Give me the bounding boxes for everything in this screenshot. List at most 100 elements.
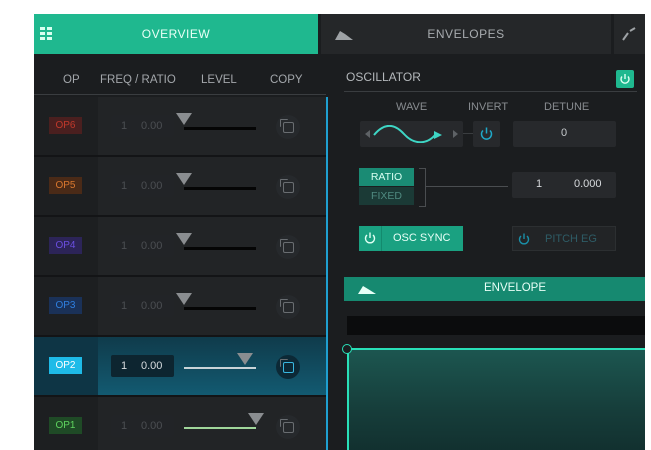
coarse-value: 1: [121, 300, 128, 312]
freq-ratio-field[interactable]: 1 0.00: [111, 295, 174, 317]
fine-value: 0.00: [141, 240, 163, 252]
envelope-graph[interactable]: [347, 348, 645, 450]
level-slider-track[interactable]: [184, 127, 256, 130]
operator-row[interactable]: OP2 1 0.00: [34, 337, 326, 395]
fixed-option[interactable]: FIXED: [359, 187, 414, 205]
operator-row[interactable]: OP5 1 0.00: [34, 157, 326, 215]
wave-selector[interactable]: [360, 121, 463, 147]
copy-button[interactable]: [276, 355, 300, 379]
level-slider-thumb[interactable]: [176, 173, 192, 185]
envelope-toolbar: [347, 316, 645, 335]
operator-name: OP3: [55, 300, 76, 311]
invert-label: INVERT: [468, 101, 509, 113]
copy-button[interactable]: [276, 175, 300, 199]
envelope-left-line: [347, 348, 349, 450]
ratio-label: RATIO: [370, 171, 403, 183]
operator-row[interactable]: OP3 1 0.00: [34, 277, 326, 335]
oscillator-title: OSCILLATOR: [346, 70, 421, 84]
freq-ratio-field[interactable]: 1 0.00: [111, 235, 174, 257]
operator-badge[interactable]: OP3: [49, 297, 82, 314]
oscillator-power-button[interactable]: [616, 70, 634, 88]
envelope-node-handle[interactable]: [342, 344, 352, 354]
operator-row[interactable]: OP1 1 0.00: [34, 397, 326, 450]
oscillator-underline: [344, 91, 637, 92]
freq-ratio-field[interactable]: 1 0.00: [111, 115, 174, 137]
header-divider: [34, 94, 326, 95]
copy-icon: [279, 178, 294, 193]
operator-row[interactable]: OP6 1 0.00: [34, 97, 326, 155]
operator-badge[interactable]: OP5: [49, 177, 82, 194]
operator-badge[interactable]: OP1: [49, 417, 82, 434]
fine-value: 0.00: [141, 120, 163, 132]
operator-badge[interactable]: OP4: [49, 237, 82, 254]
operator-badge[interactable]: OP2: [49, 357, 82, 374]
copy-icon: [279, 118, 294, 133]
freq-ratio-field[interactable]: 1 0.00: [111, 355, 174, 377]
level-slider-thumb[interactable]: [237, 353, 253, 365]
fine-value: 0.00: [141, 420, 163, 432]
pitch-eg-label: PITCH EG: [545, 233, 597, 245]
copy-icon: [279, 238, 294, 253]
panel-divider: [326, 97, 328, 450]
level-slider-thumb[interactable]: [176, 233, 192, 245]
freq-ratio-field[interactable]: 1 0.00: [111, 415, 174, 437]
coarse-value: 1: [121, 420, 128, 432]
fine-value: 0.00: [141, 300, 163, 312]
tab-overview-label: OVERVIEW: [141, 27, 211, 41]
ratio-value-field[interactable]: 1 0.000: [512, 172, 616, 198]
tab-overview[interactable]: OVERVIEW: [34, 14, 318, 54]
osc-sync-toggle[interactable]: OSC SYNC: [359, 226, 463, 251]
level-slider-track[interactable]: [184, 187, 256, 190]
operator-row[interactable]: OP4 1 0.00: [34, 217, 326, 275]
sine-wave-icon: [373, 125, 442, 143]
freq-ratio-field[interactable]: 1 0.00: [111, 175, 174, 197]
power-icon: [480, 127, 493, 140]
copy-icon: [279, 418, 294, 433]
osc-sync-divider: [381, 226, 382, 251]
level-slider-track[interactable]: [184, 307, 256, 310]
ratio-option[interactable]: RATIO: [359, 168, 414, 186]
detune-label: DETUNE: [544, 101, 590, 113]
wave-prev-arrow-icon[interactable]: [365, 130, 370, 138]
fixed-label: FIXED: [371, 190, 402, 202]
level-slider-thumb[interactable]: [176, 113, 192, 125]
level-slider-track[interactable]: [184, 367, 256, 369]
copy-button[interactable]: [276, 115, 300, 139]
operator-name: OP5: [55, 180, 76, 191]
operator-name: OP1: [55, 420, 76, 431]
envelope-shape-icon: [335, 31, 353, 40]
invert-toggle[interactable]: [473, 121, 500, 147]
fine-value: 0.00: [141, 360, 163, 372]
envelope-title: ENVELOPE: [484, 282, 546, 294]
copy-button[interactable]: [276, 235, 300, 259]
operator-name: OP2: [55, 360, 76, 371]
ratio-bracket: [419, 168, 426, 207]
pitch-eg-toggle[interactable]: PITCH EG: [512, 226, 616, 251]
col-header-freq-ratio: FREQ / RATIO: [100, 74, 176, 86]
tab-envelopes[interactable]: ENVELOPES: [321, 14, 611, 54]
osc-sync-label: OSC SYNC: [393, 232, 451, 244]
level-slider-track[interactable]: [184, 427, 256, 429]
copy-icon: [279, 298, 294, 313]
tab-envelopes-label: ENVELOPES: [427, 27, 505, 41]
ratio-fine-value: 0.000: [574, 178, 602, 190]
operator-badge[interactable]: OP6: [49, 117, 82, 134]
operator-name: OP4: [55, 240, 76, 251]
ratio-connector: [426, 186, 508, 187]
col-header-copy: COPY: [270, 74, 303, 86]
level-slider-track[interactable]: [184, 247, 256, 250]
operator-name: OP6: [55, 120, 76, 131]
wave-next-arrow-icon[interactable]: [453, 130, 458, 138]
coarse-value: 1: [121, 120, 128, 132]
wave-label: WAVE: [396, 101, 428, 113]
synth-editor: OVERVIEW ENVELOPES OP FREQ / RATIO LEVEL…: [34, 14, 645, 450]
grid-icon: [40, 27, 52, 40]
level-slider-thumb[interactable]: [176, 293, 192, 305]
copy-button[interactable]: [276, 295, 300, 319]
power-icon: [518, 233, 530, 245]
envelope-shape-icon: [358, 286, 376, 294]
tab-more[interactable]: [614, 14, 645, 54]
copy-button[interactable]: [276, 415, 300, 439]
detune-field[interactable]: 0: [513, 121, 616, 147]
level-slider-thumb[interactable]: [248, 413, 264, 425]
